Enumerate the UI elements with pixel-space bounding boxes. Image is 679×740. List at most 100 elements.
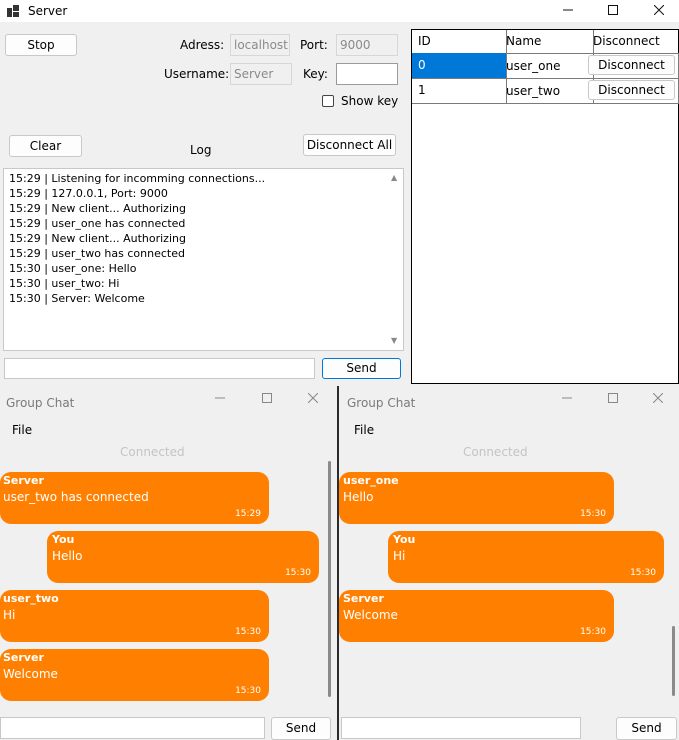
close-button[interactable] (639, 0, 679, 22)
scrollbar[interactable] (672, 626, 675, 696)
scroll-down-icon[interactable]: ▼ (391, 336, 397, 345)
send-button[interactable]: Send (271, 717, 331, 740)
message-time: 15:30 (580, 509, 606, 519)
address-label: Adress: (180, 38, 225, 52)
stop-button[interactable]: Stop (5, 34, 77, 56)
message-sender: user_one (343, 474, 399, 487)
message-text: Hello (343, 490, 374, 504)
username-field[interactable]: Server (230, 63, 292, 85)
message-bubble: user_two Hi 15:30 (0, 590, 269, 642)
message-time: 15:30 (580, 627, 606, 637)
log-line: 15:29 | New client... Authorizing (9, 202, 186, 215)
maximize-button[interactable] (262, 392, 272, 407)
message-text: Hello (52, 549, 83, 563)
message-time: 15:30 (235, 627, 261, 637)
column-header-name[interactable]: Name (500, 30, 594, 54)
minimize-icon (215, 397, 225, 399)
table-cell-id[interactable]: 0 (412, 53, 507, 79)
table-cell-action: Disconnect (587, 53, 679, 79)
table-cell-id[interactable]: 1 (412, 78, 507, 104)
column-header-disconnect[interactable]: Disconnect (587, 30, 679, 54)
maximize-icon (262, 393, 272, 403)
group-chat-window-left: Group Chat File Connected Server user_tw… (0, 386, 337, 740)
log-line: 15:29 | New client... Authorizing (9, 232, 186, 245)
message-text: Welcome (343, 608, 398, 622)
message-sender: Server (343, 592, 384, 605)
connection-status: Connected (120, 445, 185, 459)
server-titlebar: Server (0, 0, 679, 22)
connection-status: Connected (463, 445, 528, 459)
log-line: 15:29 | user_two has connected (9, 247, 185, 260)
server-message-input[interactable] (4, 358, 315, 379)
username-label: Username: (164, 67, 230, 81)
port-label: Port: (300, 38, 328, 52)
message-time: 15:29 (235, 509, 261, 519)
show-key-checkbox[interactable] (322, 95, 334, 107)
log-line: 15:30 | user_two: Hi (9, 277, 120, 290)
group-chat-window-right: Group Chat File Connected user_one Hello… (339, 386, 679, 740)
message-sender: You (52, 533, 75, 546)
minimize-button[interactable] (562, 392, 572, 407)
disconnect-button[interactable]: Disconnect (588, 55, 675, 75)
table-cell-name[interactable]: user_two (500, 78, 594, 104)
minimize-icon (562, 397, 572, 399)
log-box[interactable]: 15:29 | Listening for incomming connecti… (3, 168, 404, 351)
table-cell-action: Disconnect (587, 78, 679, 104)
address-field[interactable]: localhost (230, 34, 290, 56)
key-field[interactable] (336, 63, 398, 85)
maximize-icon (608, 393, 618, 403)
file-menu[interactable]: File (12, 423, 32, 437)
clear-button[interactable]: Clear (9, 135, 82, 157)
log-line: 15:29 | 127.0.0.1, Port: 9000 (9, 187, 168, 200)
message-text: user_two has connected (3, 490, 149, 504)
window-title: Group Chat (6, 396, 75, 410)
server-window: Server Stop Adress: localhost Port: 9000… (0, 0, 679, 386)
log-line: 15:30 | Server: Welcome (9, 292, 145, 305)
port-field[interactable]: 9000 (336, 34, 398, 56)
message-sender: Server (3, 474, 44, 487)
column-header-id[interactable]: ID (412, 30, 507, 54)
message-input[interactable] (0, 717, 265, 739)
message-text: Welcome (3, 667, 58, 681)
scrollbar[interactable] (328, 461, 331, 697)
log-label: Log (190, 143, 212, 157)
server-send-button[interactable]: Send (322, 358, 401, 379)
table-cell-name[interactable]: user_one (500, 53, 594, 79)
minimize-button[interactable] (548, 0, 588, 22)
maximize-button[interactable] (608, 392, 618, 407)
maximize-icon (608, 5, 618, 15)
log-line: 15:29 | Listening for incomming connecti… (9, 172, 266, 185)
message-bubble: user_one Hello 15:30 (339, 472, 614, 524)
close-button[interactable] (652, 392, 664, 407)
message-sender: Server (3, 651, 44, 664)
disconnect-button[interactable]: Disconnect (588, 80, 675, 100)
log-line: 15:30 | user_one: Hello (9, 262, 137, 275)
show-key-label: Show key (341, 94, 399, 108)
app-icon (7, 5, 19, 17)
message-text: Hi (393, 549, 406, 563)
window-title: Group Chat (347, 396, 416, 410)
message-time: 15:30 (630, 568, 656, 578)
minimize-icon (563, 9, 573, 11)
message-time: 15:30 (285, 568, 311, 578)
maximize-button[interactable] (593, 0, 633, 22)
disconnect-all-button[interactable]: Disconnect All (303, 134, 396, 156)
close-button[interactable] (307, 392, 319, 407)
close-icon (653, 4, 665, 16)
window-title: Server (28, 4, 68, 18)
message-bubble: Server user_two has connected 15:29 (0, 472, 269, 524)
scroll-up-icon[interactable]: ▲ (391, 173, 397, 182)
close-icon (652, 392, 664, 404)
message-input[interactable] (341, 717, 581, 739)
message-bubble: You Hello 15:30 (47, 531, 319, 583)
message-bubble: Server Welcome 15:30 (339, 590, 614, 642)
send-button[interactable]: Send (616, 717, 677, 740)
log-line: 15:29 | user_one has connected (9, 217, 186, 230)
minimize-button[interactable] (215, 392, 225, 407)
message-bubble: Server Welcome 15:30 (0, 649, 269, 701)
file-menu[interactable]: File (354, 423, 374, 437)
close-icon (307, 392, 319, 404)
message-text: Hi (3, 608, 16, 622)
message-sender: user_two (3, 592, 59, 605)
message-time: 15:30 (235, 686, 261, 696)
